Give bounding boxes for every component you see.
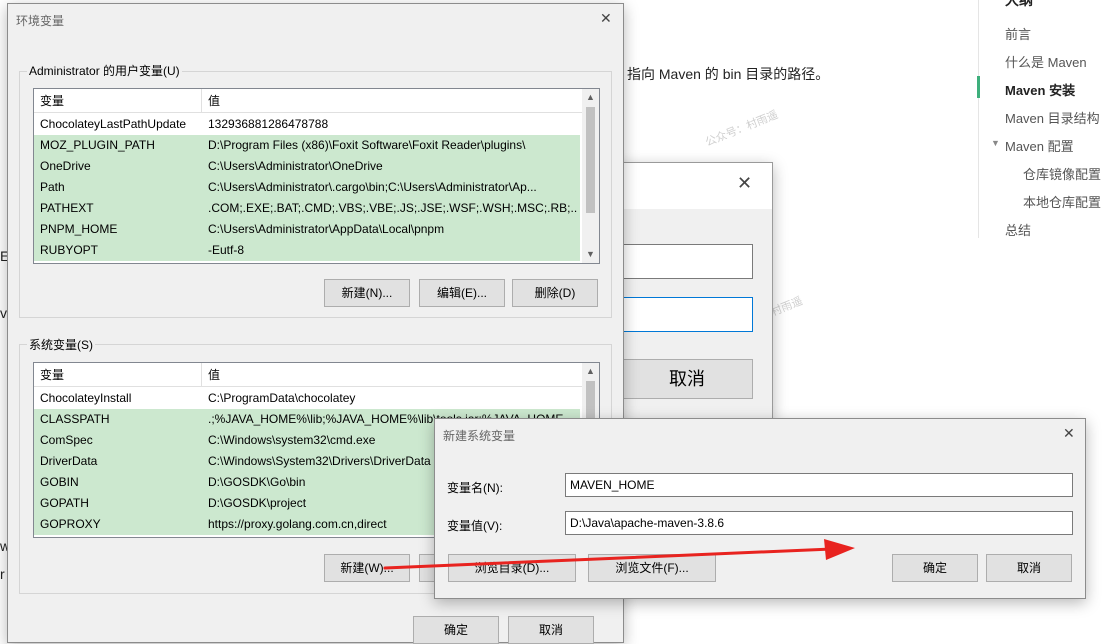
article-left-glyph: v	[0, 305, 7, 321]
article-text-fragment: 指向 Maven 的 bin 目录的路径。	[627, 66, 830, 82]
new-system-variable-dialog: 新建系统变量 ✕ 变量名(N): MAVEN_HOME 变量值(V): D:\J…	[434, 418, 1086, 599]
variable-name-label: 变量名(N):	[447, 481, 503, 495]
variable-name-cell: DriverData	[40, 454, 98, 468]
list-item[interactable]: ChocolateyInstall C:\ProgramData\chocolat…	[34, 388, 580, 409]
variable-name-cell: ComSpec	[40, 433, 93, 447]
variable-name-cell: Path	[40, 180, 65, 194]
table-of-contents: 前言 什么是 Maven Maven 安装 Maven 目录结构 ▼ Maven…	[977, 0, 1114, 239]
list-header: 变量 值	[34, 89, 599, 113]
close-icon[interactable]: ✕	[600, 12, 612, 26]
toc-item[interactable]: 仓库镜像配置	[1023, 164, 1101, 183]
user-variables-list[interactable]: 变量 值 ChocolateyLastPathUpdate 13293688128…	[33, 88, 600, 264]
variable-name-cell: ChocolateyLastPathUpdate	[40, 117, 187, 131]
variable-name-cell: GOPROXY	[40, 517, 101, 531]
edit-user-variable-button[interactable]: 编辑(E)...	[419, 279, 505, 307]
variable-value-cell: C:\Users\Administrator\AppData\Local\pnp…	[208, 222, 445, 236]
variable-value-field[interactable]	[621, 297, 753, 332]
list-item[interactable]: PNPM_HOME C:\Users\Administrator\AppData\…	[34, 219, 580, 240]
scroll-up-icon[interactable]: ▲	[582, 89, 599, 106]
close-icon[interactable]: ✕	[737, 175, 752, 193]
system-variables-group-label: 系统变量(S)	[27, 336, 95, 353]
variable-name-cell: CLASSPATH	[40, 412, 110, 426]
variable-value-cell: 132936881286478788	[208, 117, 329, 131]
dialog-title: 环境变量	[16, 14, 65, 28]
toc-item[interactable]: Maven 目录结构	[1005, 108, 1100, 127]
variable-value-cell: C:\ProgramData\chocolatey	[208, 391, 356, 405]
variable-name-cell: GOBIN	[40, 475, 79, 489]
variable-name-cell: MOZ_PLUGIN_PATH	[40, 138, 155, 152]
variable-name-cell: OneDrive	[40, 159, 91, 173]
vertical-scrollbar[interactable]: ▲ ▼	[582, 89, 599, 263]
ok-button[interactable]: 确定	[892, 554, 978, 582]
variable-name-cell: RUBYOPT	[40, 243, 99, 257]
list-item[interactable]: MOZ_PLUGIN_PATH D:\Program Files (x86)\Fo…	[34, 135, 580, 156]
new-system-variable-button[interactable]: 新建(W)...	[324, 554, 410, 582]
toc-item[interactable]: Maven 配置	[1005, 136, 1074, 155]
scroll-up-icon[interactable]: ▲	[582, 363, 599, 380]
variable-name-cell: PATHEXT	[40, 201, 94, 215]
ok-button[interactable]: 确定	[413, 616, 499, 644]
toc-item[interactable]: 前言	[1005, 24, 1031, 43]
dialog-title: 新建系统变量	[443, 429, 516, 443]
browse-directory-button[interactable]: 浏览目录(D)...	[448, 554, 576, 582]
column-header-name[interactable]: 变量	[34, 89, 202, 113]
column-header-value[interactable]: 值	[202, 363, 582, 387]
toc-item-active[interactable]: Maven 安装	[1005, 80, 1075, 99]
variable-name-field[interactable]	[621, 244, 753, 279]
user-variables-group-label: Administrator 的用户变量(U)	[27, 62, 182, 79]
variable-value-cell: .COM;.EXE;.BAT;.CMD;.VBS;.VBE;.JS;.JSE;.…	[208, 201, 578, 215]
variable-value-cell: D:\Program Files (x86)\Foxit Software\Fo…	[208, 138, 526, 152]
close-icon[interactable]: ✕	[1063, 427, 1075, 441]
list-item[interactable]: RUBYOPT -Eutf-8	[34, 240, 580, 261]
scroll-down-icon[interactable]: ▼	[582, 246, 599, 263]
list-item[interactable]: OneDrive C:\Users\Administrator\OneDrive	[34, 156, 580, 177]
variable-value-label: 变量值(V):	[447, 519, 503, 533]
column-header-value[interactable]: 值	[202, 89, 582, 113]
cancel-button[interactable]: 取消	[621, 359, 753, 399]
list-header: 变量 值	[34, 363, 599, 387]
watermark-text: 公众号：村雨遥	[703, 108, 780, 149]
scroll-thumb[interactable]	[586, 107, 595, 213]
column-header-name[interactable]: 变量	[34, 363, 202, 387]
variable-name-cell: GOPATH	[40, 496, 89, 510]
variable-value-cell: C:\Users\Administrator\OneDrive	[208, 159, 383, 173]
toc-expand-icon[interactable]: ▼	[991, 138, 1000, 148]
article-left-glyph: r	[0, 566, 5, 582]
new-user-variable-button[interactable]: 新建(N)...	[324, 279, 410, 307]
delete-user-variable-button[interactable]: 删除(D)	[512, 279, 598, 307]
browse-file-button[interactable]: 浏览文件(F)...	[588, 554, 716, 582]
variable-value-cell: -Eutf-8	[208, 243, 245, 257]
variable-name-cell: PNPM_HOME	[40, 222, 118, 236]
toc-item[interactable]: 总结	[1005, 220, 1031, 239]
watermark-text: 村雨遥	[769, 295, 805, 319]
toc-item[interactable]: 什么是 Maven	[1005, 52, 1087, 71]
list-item[interactable]: Path C:\Users\Administrator\.cargo\bin;C:…	[34, 177, 580, 198]
variable-value-cell: C:\Users\Administrator\.cargo\bin;C:\Use…	[208, 180, 537, 194]
variable-value-input[interactable]: D:\Java\apache-maven-3.8.6	[565, 511, 1073, 535]
toc-active-indicator	[977, 76, 980, 98]
cancel-button[interactable]: 取消	[986, 554, 1072, 582]
variable-name-input[interactable]: MAVEN_HOME	[565, 473, 1073, 497]
toc-item[interactable]: 本地仓库配置	[1023, 192, 1101, 211]
list-item[interactable]: PATHEXT .COM;.EXE;.BAT;.CMD;.VBS;.VBE;.JS…	[34, 198, 580, 219]
cancel-button[interactable]: 取消	[508, 616, 594, 644]
variable-name-cell: ChocolateyInstall	[40, 391, 132, 405]
list-item[interactable]: ChocolateyLastPathUpdate 1329368812864787…	[34, 114, 580, 135]
